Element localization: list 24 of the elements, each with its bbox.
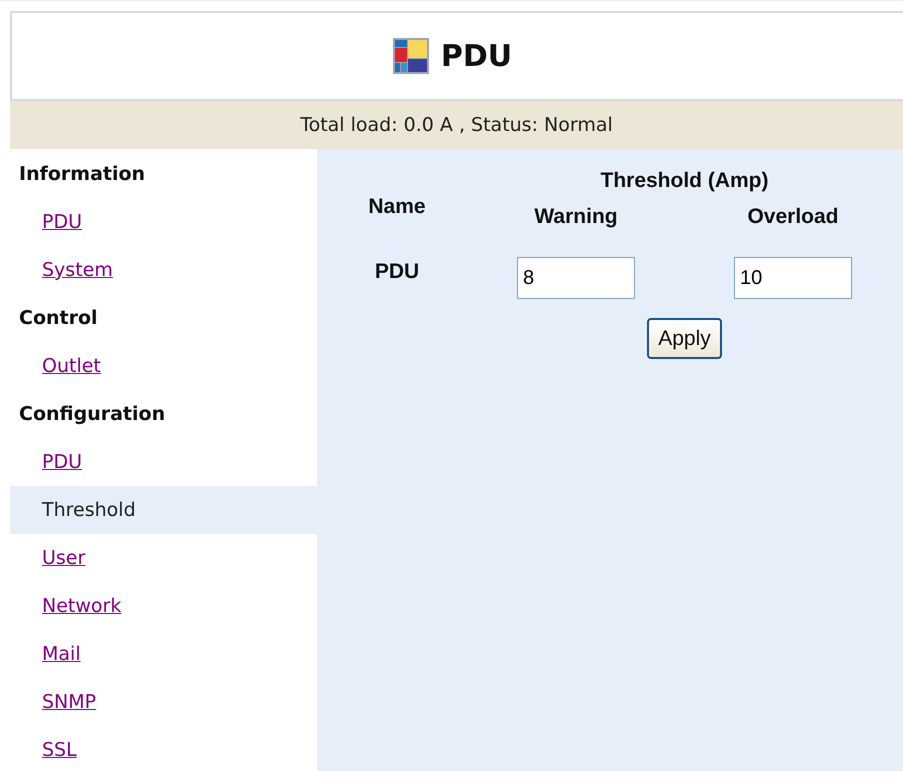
sidebar-item[interactable]: User [10, 534, 317, 582]
page-title: PDU [440, 38, 512, 74]
overload-field[interactable]: 10 [734, 257, 852, 299]
column-heading: Warning [533, 204, 619, 230]
row-name: PDU [374, 260, 420, 284]
sidebar-item[interactable]: PDU [10, 438, 317, 486]
sidebar-item[interactable]: PDU [10, 198, 317, 246]
sidebar-item[interactable]: System [10, 246, 317, 294]
status-text: Total load: 0.0 A , Status: Normal [300, 114, 613, 136]
column-heading: Threshold (Amp) [600, 169, 770, 194]
warning-field[interactable]: 8 [517, 257, 635, 299]
column-heading: Overload [746, 204, 840, 230]
sidebar-item[interactable]: SSL [10, 726, 317, 771]
sidebar-heading: Control [18, 306, 99, 331]
sidebar-heading: Information [18, 162, 146, 187]
sidebar-item[interactable]: Threshold [10, 486, 317, 534]
sidebar-item[interactable]: Network [10, 582, 317, 630]
sidebar-item[interactable]: SNMP [10, 678, 317, 726]
apply-button[interactable]: Apply [647, 318, 722, 359]
tiles-icon [392, 38, 429, 74]
sidebar-item[interactable]: Mail [10, 630, 317, 678]
sidebar-heading: Configuration [18, 402, 166, 427]
sidebar-item[interactable]: Outlet [10, 342, 317, 390]
column-heading: Name [367, 195, 427, 219]
